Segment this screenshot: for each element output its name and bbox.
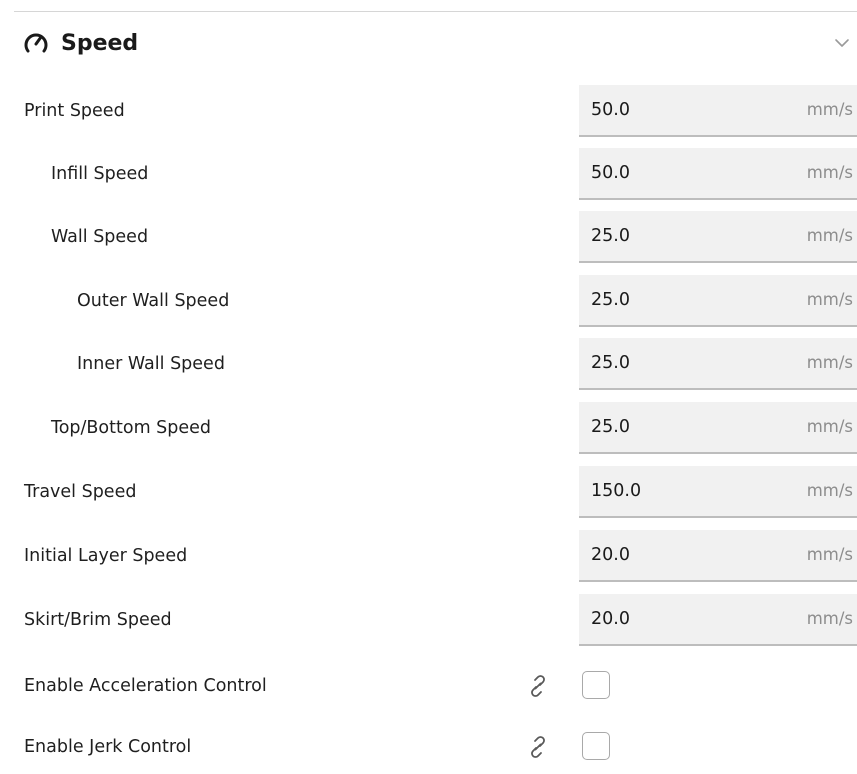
- setting-row-print-speed: Print Speed 50.0 mm/s: [0, 85, 857, 137]
- link-icon[interactable]: [524, 672, 552, 700]
- setting-row-initial-layer-speed: Initial Layer Speed 20.0 mm/s: [0, 530, 857, 582]
- field-unit: mm/s: [806, 353, 853, 372]
- setting-label: Print Speed: [24, 101, 125, 121]
- field-unit: mm/s: [806, 163, 853, 182]
- skirt-brim-speed-input[interactable]: 20.0 mm/s: [579, 594, 857, 646]
- setting-row-outer-wall-speed: Outer Wall Speed 25.0 mm/s: [0, 275, 857, 327]
- setting-row-skirt-brim-speed: Skirt/Brim Speed 20.0 mm/s: [0, 594, 857, 646]
- infill-speed-input[interactable]: 50.0 mm/s: [579, 148, 857, 200]
- setting-label: Infill Speed: [51, 164, 149, 184]
- setting-label: Initial Layer Speed: [24, 546, 188, 566]
- field-value: 25.0: [591, 226, 630, 246]
- setting-row-inner-wall-speed: Inner Wall Speed 25.0 mm/s: [0, 338, 857, 390]
- speedometer-icon: [24, 33, 48, 53]
- field-value: 50.0: [591, 163, 630, 183]
- link-icon[interactable]: [524, 733, 552, 761]
- field-value: 20.0: [591, 609, 630, 629]
- top-divider: [14, 11, 857, 12]
- print-speed-input[interactable]: 50.0 mm/s: [579, 85, 857, 137]
- top-bottom-speed-input[interactable]: 25.0 mm/s: [579, 402, 857, 454]
- setting-label: Skirt/Brim Speed: [24, 610, 172, 630]
- field-unit: mm/s: [806, 417, 853, 436]
- setting-row-infill-speed: Infill Speed 50.0 mm/s: [0, 148, 857, 200]
- field-value: 25.0: [591, 353, 630, 373]
- setting-label: Top/Bottom Speed: [51, 418, 212, 438]
- section-title: Speed: [61, 31, 139, 56]
- setting-label: Enable Jerk Control: [24, 737, 192, 757]
- setting-row-top-bottom-speed: Top/Bottom Speed 25.0 mm/s: [0, 402, 857, 454]
- setting-label: Enable Acceleration Control: [24, 676, 267, 696]
- initial-layer-speed-input[interactable]: 20.0 mm/s: [579, 530, 857, 582]
- field-unit: mm/s: [806, 609, 853, 628]
- setting-label: Travel Speed: [24, 482, 137, 502]
- field-value: 150.0: [591, 481, 642, 501]
- field-unit: mm/s: [806, 226, 853, 245]
- field-unit: mm/s: [806, 481, 853, 500]
- field-value: 50.0: [591, 100, 630, 120]
- setting-label: Outer Wall Speed: [77, 291, 230, 311]
- setting-row-wall-speed: Wall Speed 25.0 mm/s: [0, 211, 857, 263]
- setting-label: Inner Wall Speed: [77, 354, 225, 374]
- chevron-down-icon[interactable]: [833, 34, 851, 52]
- field-unit: mm/s: [806, 290, 853, 309]
- field-unit: mm/s: [806, 545, 853, 564]
- setting-row-travel-speed: Travel Speed 150.0 mm/s: [0, 466, 857, 518]
- setting-row-acceleration-control: Enable Acceleration Control: [0, 660, 857, 712]
- field-value: 20.0: [591, 545, 630, 565]
- field-unit: mm/s: [806, 100, 853, 119]
- inner-wall-speed-input[interactable]: 25.0 mm/s: [579, 338, 857, 390]
- field-value: 25.0: [591, 417, 630, 437]
- acceleration-control-checkbox[interactable]: [582, 671, 610, 699]
- wall-speed-input[interactable]: 25.0 mm/s: [579, 211, 857, 263]
- jerk-control-checkbox[interactable]: [582, 732, 610, 760]
- field-value: 25.0: [591, 290, 630, 310]
- outer-wall-speed-input[interactable]: 25.0 mm/s: [579, 275, 857, 327]
- setting-row-jerk-control: Enable Jerk Control: [0, 721, 857, 773]
- setting-label: Wall Speed: [51, 227, 149, 247]
- travel-speed-input[interactable]: 150.0 mm/s: [579, 466, 857, 518]
- speed-section-header[interactable]: Speed: [0, 14, 857, 76]
